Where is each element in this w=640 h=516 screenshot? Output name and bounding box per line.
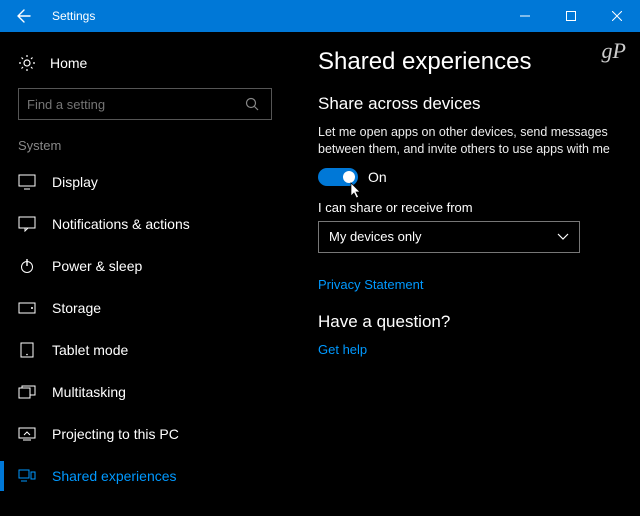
category-label: System (0, 132, 290, 161)
search-icon (245, 97, 263, 111)
body: Home System Display Notifications & acti… (0, 32, 640, 516)
close-icon (612, 11, 622, 21)
receive-from-dropdown[interactable]: My devices only (318, 221, 580, 253)
section-share-across: Share across devices (318, 94, 624, 114)
search-input[interactable] (27, 97, 245, 112)
sidebar-item-label: Storage (52, 300, 101, 316)
sidebar-item-shared-experiences[interactable]: Shared experiences (0, 455, 290, 497)
sidebar-item-notifications[interactable]: Notifications & actions (0, 203, 290, 245)
minimize-icon (520, 11, 530, 21)
sidebar-item-label: Notifications & actions (52, 216, 190, 232)
search-input-container[interactable] (18, 88, 272, 120)
share-description: Let me open apps on other devices, send … (318, 124, 624, 158)
back-button[interactable] (0, 0, 48, 32)
receive-from-label: I can share or receive from (318, 200, 624, 215)
privacy-statement-link[interactable]: Privacy Statement (318, 277, 624, 292)
sidebar-item-label: Projecting to this PC (52, 426, 179, 442)
get-help-link[interactable]: Get help (318, 342, 624, 357)
gear-icon (18, 54, 36, 72)
sidebar-item-tablet[interactable]: Tablet mode (0, 329, 290, 371)
sidebar-item-multitasking[interactable]: Multitasking (0, 371, 290, 413)
tablet-icon (18, 341, 36, 359)
home-label: Home (50, 55, 87, 71)
storage-icon (18, 299, 36, 317)
sidebar-item-label: Power & sleep (52, 258, 142, 274)
titlebar: Settings (0, 0, 640, 32)
window-title: Settings (52, 9, 502, 23)
back-arrow-icon (16, 8, 32, 24)
sidebar-item-label: Multitasking (52, 384, 126, 400)
display-icon (18, 173, 36, 191)
maximize-button[interactable] (548, 0, 594, 32)
multitasking-icon (18, 383, 36, 401)
toggle-state-label: On (368, 169, 387, 185)
sidebar-item-power[interactable]: Power & sleep (0, 245, 290, 287)
toggle-row: On (318, 168, 624, 186)
watermark: gP (602, 38, 626, 64)
notifications-icon (18, 215, 36, 233)
sidebar-item-label: Tablet mode (52, 342, 128, 358)
projecting-icon (18, 425, 36, 443)
close-button[interactable] (594, 0, 640, 32)
sidebar-item-display[interactable]: Display (0, 161, 290, 203)
sidebar-item-label: Shared experiences (52, 468, 177, 484)
sidebar-item-storage[interactable]: Storage (0, 287, 290, 329)
dropdown-value: My devices only (329, 229, 557, 244)
question-heading: Have a question? (318, 312, 624, 332)
mouse-cursor-icon (350, 182, 364, 200)
maximize-icon (566, 11, 576, 21)
power-icon (18, 257, 36, 275)
content-pane: gP Shared experiences Share across devic… (290, 32, 640, 516)
page-title: Shared experiences (318, 48, 624, 76)
sidebar-item-projecting[interactable]: Projecting to this PC (0, 413, 290, 455)
sidebar-home[interactable]: Home (0, 46, 290, 82)
shared-experiences-icon (18, 467, 36, 485)
minimize-button[interactable] (502, 0, 548, 32)
window-controls (502, 0, 640, 32)
sidebar: Home System Display Notifications & acti… (0, 32, 290, 516)
sidebar-item-label: Display (52, 174, 98, 190)
chevron-down-icon (557, 233, 569, 241)
